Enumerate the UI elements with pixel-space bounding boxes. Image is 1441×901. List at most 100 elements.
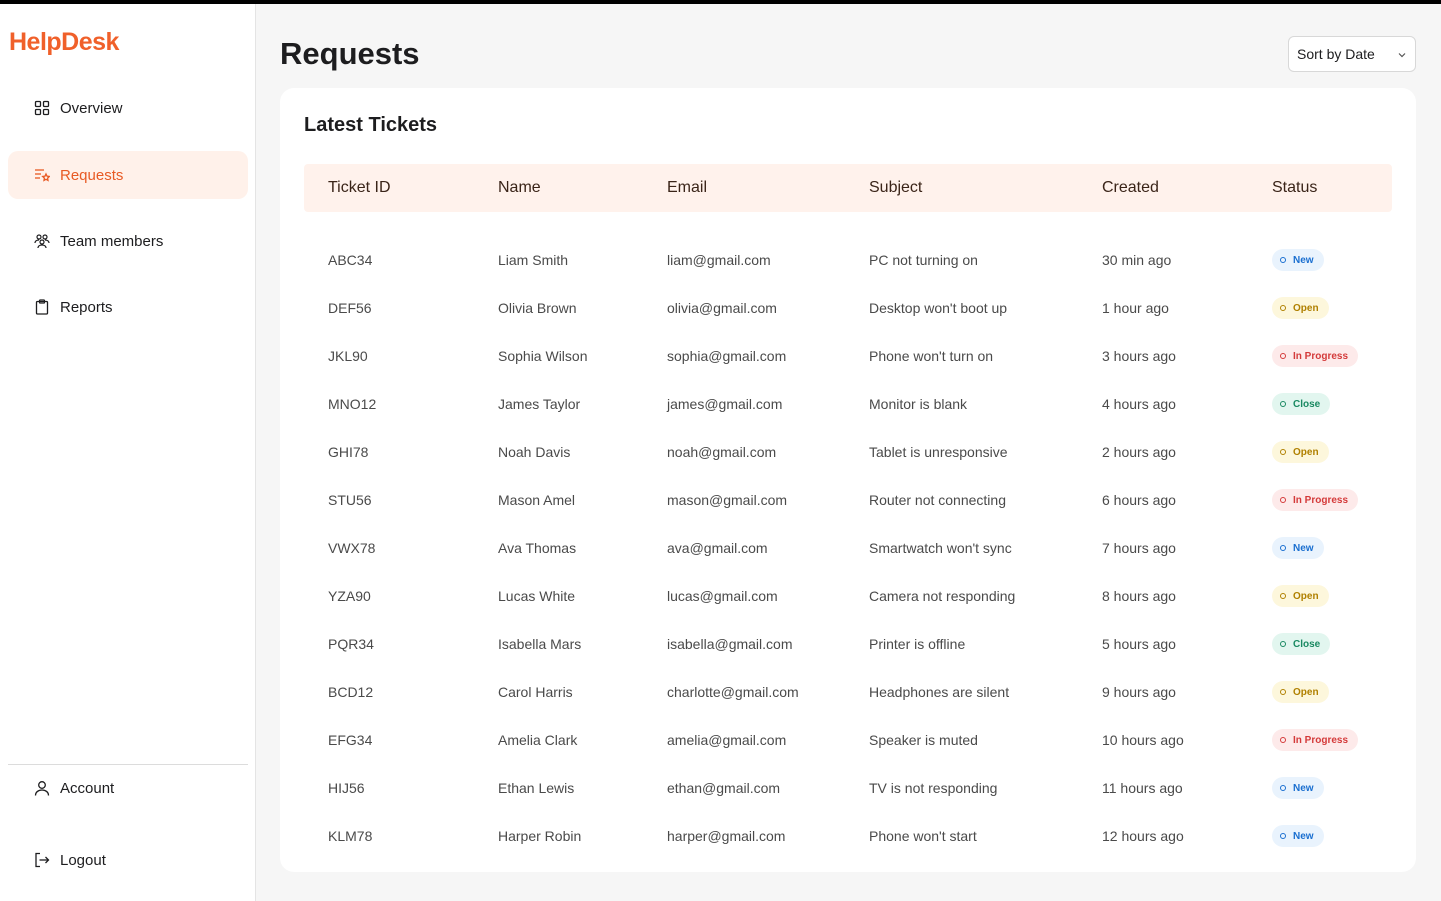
status-dot-icon [1280,833,1286,839]
cell-email: lucas@gmail.com [667,588,778,604]
status-badge[interactable]: New [1272,249,1324,271]
cell-status: In Progress [1272,476,1359,524]
cell-created: 2 hours ago [1102,444,1176,460]
table-row[interactable]: KLM78 Harper Robin harper@gmail.com Phone w… [304,812,1392,860]
cell-email: amelia@gmail.com [667,732,787,748]
card-title: Latest Tickets [304,114,438,136]
logout-icon [34,852,50,868]
sidebar-item-overview[interactable]: Overview [8,84,248,132]
status-dot-icon [1280,737,1286,743]
status-label: New [1293,254,1314,266]
cell-status: Close [1272,380,1331,428]
cell-email: sophia@gmail.com [667,348,787,364]
status-badge[interactable]: In Progress [1272,729,1359,751]
cell-ticket-id: KLM78 [328,828,373,844]
column-header-ticket-id[interactable]: Ticket ID [328,164,391,212]
table-row[interactable]: STU56 Mason Amel mason@gmail.com Router not… [304,476,1392,524]
status-label: New [1293,542,1314,554]
cell-status: Open [1272,284,1329,332]
status-label: Open [1293,302,1319,314]
cell-ticket-id: JKL90 [328,348,368,364]
sort-dropdown-value: Sort by Date [1297,46,1375,62]
table-row[interactable]: PQR34 Isabella Mars isabella@gmail.com Prin… [304,620,1392,668]
cell-subject: TV is not responding [869,780,998,796]
app-logo: HelpDesk [9,28,119,56]
column-header-subject[interactable]: Subject [869,164,922,212]
cell-created: 5 hours ago [1102,636,1176,652]
status-dot-icon [1280,689,1286,695]
cell-status: Open [1272,428,1329,476]
table-row[interactable]: EFG34 Amelia Clark amelia@gmail.com Speaker… [304,716,1392,764]
cell-subject: Headphones are silent [869,684,1010,700]
cell-ticket-id: MNO12 [328,396,377,412]
cell-subject: Monitor is blank [869,396,968,412]
cell-name: Sophia Wilson [498,348,588,364]
status-dot-icon [1280,593,1286,599]
status-label: Open [1293,590,1319,602]
cell-created: 11 hours ago [1102,780,1183,796]
cell-ticket-id: GHI78 [328,444,369,460]
clipboard-icon [34,299,50,315]
table-row[interactable]: JKL90 Sophia Wilson sophia@gmail.com Phone … [304,332,1392,380]
column-header-name[interactable]: Name [498,164,541,212]
status-badge[interactable]: In Progress [1272,345,1359,367]
status-dot-icon [1280,785,1286,791]
table-header: Ticket ID Name Email Subject Created Sta… [304,164,1392,212]
status-badge[interactable]: Open [1272,441,1329,463]
cell-name: Carol Harris [498,684,573,700]
sidebar-item-reports[interactable]: Reports [8,283,248,331]
status-badge[interactable]: Open [1272,585,1329,607]
cell-subject: PC not turning on [869,252,978,268]
cell-ticket-id: STU56 [328,492,372,508]
sidebar-item-team-members[interactable]: Team members [8,217,248,265]
status-badge[interactable]: New [1272,825,1324,847]
cell-email: liam@gmail.com [667,252,771,268]
status-badge[interactable]: Close [1272,393,1331,415]
status-label: New [1293,830,1314,842]
status-badge[interactable]: New [1272,777,1324,799]
cell-created: 1 hour ago [1102,300,1169,316]
table-row[interactable]: VWX78 Ava Thomas ava@gmail.com Smartwatch w… [304,524,1392,572]
table-row[interactable]: HIJ56 Ethan Lewis ethan@gmail.com TV is not… [304,764,1392,812]
column-header-email[interactable]: Email [667,164,707,212]
table-row[interactable]: BCD12 Carol Harris charlotte@gmail.com Head… [304,668,1392,716]
table-row[interactable]: MNO12 James Taylor james@gmail.com Monitor … [304,380,1392,428]
status-badge[interactable]: Open [1272,297,1329,319]
cell-ticket-id: YZA90 [328,588,371,604]
user-icon [34,780,50,796]
cell-name: Lucas White [498,588,576,604]
column-header-created[interactable]: Created [1102,164,1159,212]
cell-email: ethan@gmail.com [667,780,781,796]
sidebar-item-account[interactable]: Account [8,764,248,812]
status-badge[interactable]: In Progress [1272,489,1359,511]
cell-name: Olivia Brown [498,300,577,316]
cell-status: New [1272,812,1324,860]
page-title: Requests [280,36,420,71]
status-badge[interactable]: Open [1272,681,1329,703]
sort-dropdown[interactable]: Sort by Date [1288,36,1416,72]
column-header-status[interactable]: Status [1272,164,1317,212]
grid-icon [34,100,50,116]
table-row[interactable]: ABC34 Liam Smith liam@gmail.com PC not turn… [304,236,1392,284]
cell-created: 6 hours ago [1102,492,1176,508]
table-row[interactable]: DEF56 Olivia Brown olivia@gmail.com Desktop… [304,284,1392,332]
cell-subject: Router not connecting [869,492,1006,508]
cell-ticket-id: DEF56 [328,300,372,316]
cell-email: isabella@gmail.com [667,636,793,652]
status-badge[interactable]: New [1272,537,1324,559]
cell-created: 12 hours ago [1102,828,1184,844]
sidebar-item-requests[interactable]: Requests [8,151,248,199]
status-badge[interactable]: Close [1272,633,1331,655]
status-label: Open [1293,446,1319,458]
cell-created: 30 min ago [1102,252,1172,268]
table-row[interactable]: GHI78 Noah Davis noah@gmail.com Tablet is u… [304,428,1392,476]
chevron-down-icon [1398,53,1406,58]
table-row[interactable]: YZA90 Lucas White lucas@gmail.com Camera no… [304,572,1392,620]
cell-name: Noah Davis [498,444,571,460]
cell-subject: Speaker is muted [869,732,978,748]
cell-subject: Phone won't turn on [869,348,994,364]
list-star-icon [34,167,50,183]
sidebar-item-logout[interactable]: Logout [8,836,248,884]
cell-email: mason@gmail.com [667,492,788,508]
cell-status: Close [1272,620,1331,668]
